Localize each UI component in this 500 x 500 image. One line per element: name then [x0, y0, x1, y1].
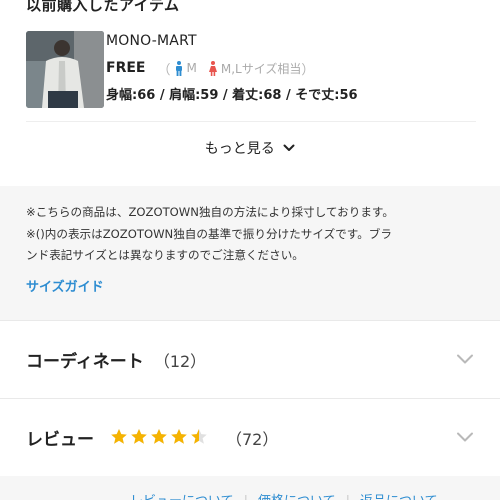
- review-count: （72）: [226, 430, 279, 449]
- size-line: FREE （ M M,Lサイズ相当 ）: [106, 58, 314, 78]
- men-size: M: [175, 60, 197, 76]
- item-photo: [26, 31, 104, 108]
- coordinate-label: コーディネート: [26, 352, 144, 372]
- note-line: ンド表記サイズとは異なりますのでご注意ください。: [26, 248, 304, 262]
- footer-links: レビューについて | 価格について | 返品について: [130, 490, 438, 500]
- men-icon: [175, 60, 182, 76]
- women-icon: [208, 60, 217, 76]
- link-separator: |: [346, 494, 350, 500]
- coordinate-accordion[interactable]: コーディネート （12）: [0, 320, 500, 399]
- paren-close: ）: [301, 62, 315, 78]
- item-thumbnail[interactable]: [26, 31, 104, 108]
- star-icon: [131, 429, 147, 444]
- review-accordion[interactable]: レビュー （72）: [0, 398, 500, 477]
- previous-purchase-card: 以前購入したアイテム MONO-MART FREE （ M M,Lサイズ相当 ）…: [0, 0, 500, 186]
- note-line: ※()内の表示はZOZOTOWN独自の基準で振り分けたサイズです。ブラ: [26, 227, 392, 241]
- page: 以前購入したアイテム MONO-MART FREE （ M M,Lサイズ相当 ）…: [0, 0, 500, 500]
- measurements: 身幅:66 / 肩幅:59 / 着丈:68 / そで丈:56: [106, 88, 358, 103]
- size-notes: ※こちらの商品は、ZOZOTOWN独自の方法により採寸しております。 ※()内の…: [0, 186, 500, 320]
- chevron-down-icon: [457, 354, 473, 364]
- men-size-label: M: [186, 61, 197, 75]
- size-label: FREE: [106, 60, 146, 76]
- divider: [26, 121, 476, 122]
- star-icon: [151, 429, 167, 444]
- show-more-button[interactable]: もっと見る: [0, 138, 500, 158]
- women-size: M,Lサイズ相当: [208, 60, 302, 77]
- note-line: ※こちらの商品は、ZOZOTOWN独自の方法により採寸しております。: [26, 205, 394, 219]
- paren-open: （: [157, 62, 171, 78]
- women-size-label: M,Lサイズ相当: [220, 61, 302, 76]
- star-icon: [191, 429, 207, 444]
- size-guide-link[interactable]: サイズガイド: [26, 276, 104, 295]
- footer-link[interactable]: 価格について: [258, 494, 336, 500]
- footer-link[interactable]: レビューについて: [130, 494, 234, 500]
- rating-stars: [110, 428, 210, 445]
- footer-link[interactable]: 返品について: [360, 494, 438, 500]
- review-title: レビュー: [26, 430, 94, 450]
- link-separator: |: [244, 494, 248, 500]
- brand-name[interactable]: MONO-MART: [106, 33, 197, 49]
- show-more-label: もっと見る: [204, 141, 275, 157]
- section-title: 以前購入したアイテム: [26, 0, 180, 14]
- coordinate-count: （12）: [153, 352, 207, 371]
- star-icon: [171, 429, 187, 444]
- coordinate-title: コーディネート （12）: [26, 347, 206, 372]
- footer-links-band: レビューについて | 価格について | 返品について: [0, 476, 500, 500]
- chevron-down-icon: [283, 144, 295, 151]
- chevron-down-icon: [457, 432, 473, 442]
- star-icon: [111, 429, 127, 444]
